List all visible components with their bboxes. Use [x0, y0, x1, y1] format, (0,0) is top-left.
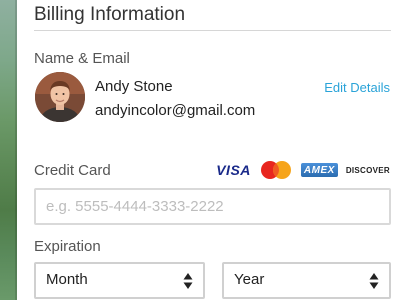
mastercard-icon — [259, 160, 293, 180]
avatar-photo-icon — [35, 72, 85, 122]
avatar — [35, 72, 85, 122]
month-select-value: Month — [46, 271, 88, 288]
year-select-value: Year — [234, 271, 265, 288]
amex-icon: AMEX — [300, 163, 338, 177]
name-email-label: Name & Email — [34, 50, 130, 67]
credit-card-label: Credit Card — [34, 162, 111, 179]
credit-card-input[interactable] — [34, 188, 391, 225]
user-email: andyincolor@gmail.com — [95, 102, 256, 119]
billing-panel: Billing Information Name & Email Andy St… — [17, 0, 400, 300]
title-divider — [34, 30, 391, 31]
sort-arrows-icon — [183, 273, 193, 289]
year-select[interactable]: Year — [222, 262, 391, 299]
card-logos: VISA AMEX DISCOVER — [216, 160, 390, 180]
page-title: Billing Information — [34, 4, 186, 25]
background-landscape — [0, 0, 17, 300]
user-name: Andy Stone — [95, 78, 173, 95]
month-select[interactable]: Month — [34, 262, 205, 299]
visa-icon: VISA — [216, 162, 251, 178]
expiration-label: Expiration — [34, 238, 101, 255]
sort-arrows-icon — [369, 273, 379, 289]
edit-details-link[interactable]: Edit Details — [324, 80, 390, 95]
discover-icon: DISCOVER — [345, 165, 390, 175]
